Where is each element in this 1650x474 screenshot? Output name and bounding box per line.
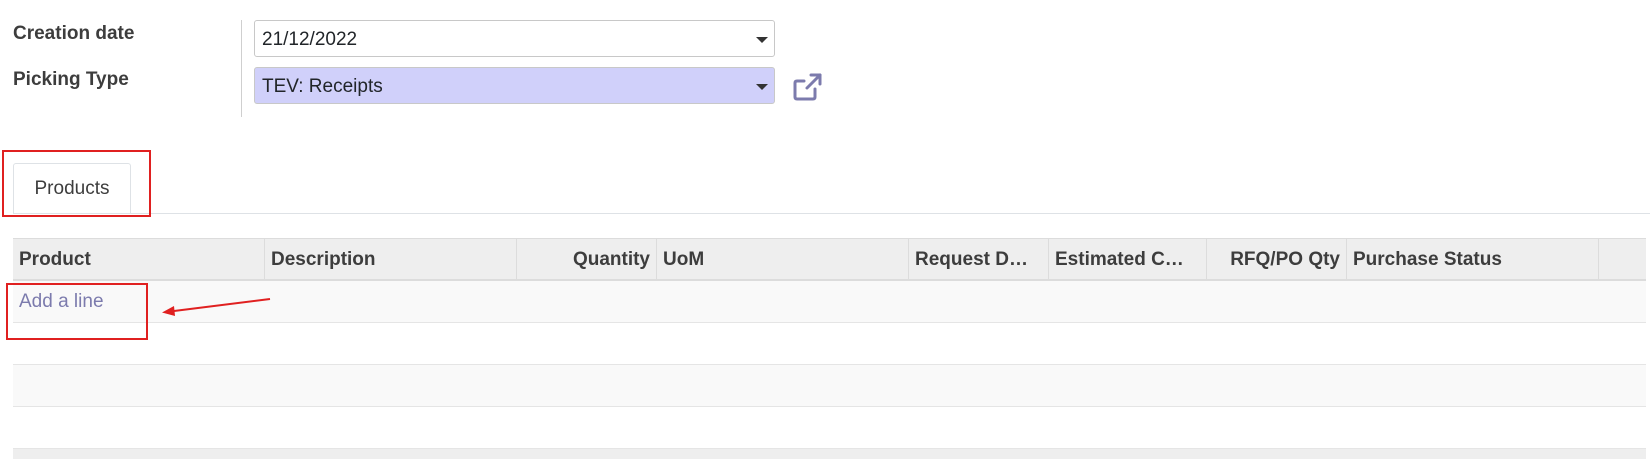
creation-date-value: 21/12/2022 (262, 29, 358, 50)
table-header: Product Description Quantity UoM Request… (13, 238, 1646, 281)
caret-down-icon (756, 37, 768, 43)
annotation-box-add-line (6, 283, 148, 340)
table-footer (13, 449, 1646, 459)
purchase-request-form: Creation date Picking Type 21/12/2022 TE… (0, 0, 1650, 474)
column-header-rfq-po-qty[interactable]: RFQ/PO Qty (1207, 239, 1347, 280)
annotation-arrow-icon (162, 298, 271, 316)
column-header-description[interactable]: Description (265, 239, 517, 280)
creation-date-field[interactable]: 21/12/2022 (254, 20, 775, 57)
table-row (13, 365, 1646, 407)
field-divider (241, 20, 242, 117)
column-header-purchase-status[interactable]: Purchase Status (1347, 239, 1599, 280)
external-link-icon[interactable] (791, 72, 823, 102)
picking-type-value: TEV: Receipts (262, 76, 383, 97)
picking-type-field[interactable]: TEV: Receipts (254, 67, 775, 104)
column-header-quantity[interactable]: Quantity (517, 239, 657, 280)
tab-bar-divider (13, 213, 1650, 214)
caret-down-icon (756, 84, 768, 90)
column-header-uom[interactable]: UoM (657, 239, 909, 280)
annotation-box-products-tab (2, 150, 151, 217)
column-header-request-date[interactable]: Request D… (909, 239, 1049, 280)
picking-type-label: Picking Type (13, 69, 129, 90)
column-header-options[interactable] (1599, 239, 1646, 280)
table-row (13, 323, 1646, 365)
products-table: Product Description Quantity UoM Request… (13, 238, 1646, 459)
table-row (13, 407, 1646, 449)
creation-date-label: Creation date (13, 23, 135, 44)
column-header-estimated-cost[interactable]: Estimated C… (1049, 239, 1207, 280)
column-header-product[interactable]: Product (13, 239, 265, 280)
